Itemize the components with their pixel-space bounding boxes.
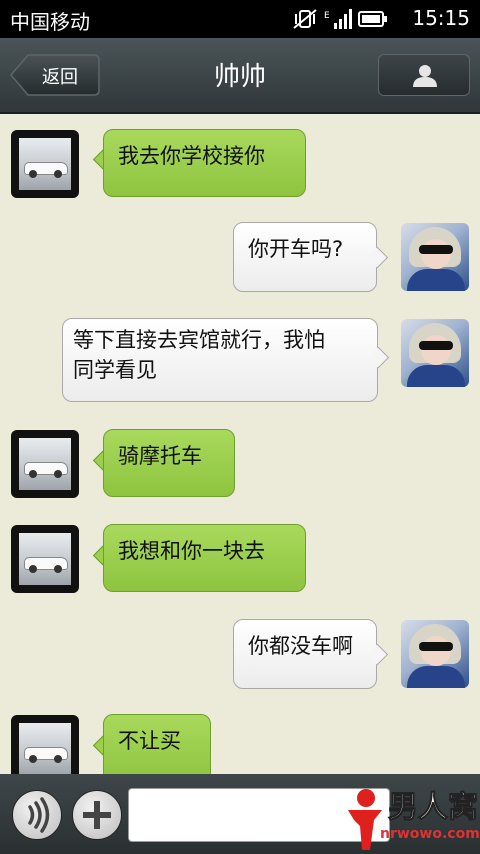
message-bubble-incoming[interactable]: 我想和你一块去 xyxy=(103,524,306,592)
status-icons: E xyxy=(292,8,388,30)
contact-avatar[interactable] xyxy=(11,715,79,774)
message-text: 我去你学校接你 xyxy=(118,144,265,168)
my-avatar[interactable] xyxy=(401,620,469,688)
watermark-brand: 男人窝 xyxy=(388,790,479,826)
message-bubble-incoming[interactable]: 骑摩托车 xyxy=(103,429,235,497)
contact-avatar[interactable] xyxy=(11,130,79,198)
watermark-url: nrwowo.com xyxy=(380,826,480,842)
person-icon xyxy=(413,65,437,87)
voice-icon xyxy=(28,797,50,833)
message-text-line: 同学看见 xyxy=(73,358,157,382)
profile-button[interactable] xyxy=(378,54,470,96)
contact-avatar[interactable] xyxy=(11,525,79,593)
clock: 15:15 xyxy=(412,6,470,30)
message-text: 你都没车啊 xyxy=(248,634,353,658)
message-bubble-incoming[interactable]: 我去你学校接你 xyxy=(103,129,306,197)
contact-avatar[interactable] xyxy=(11,430,79,498)
battery-icon xyxy=(358,11,387,27)
message-text: 不让买 xyxy=(118,729,181,753)
message-list[interactable]: 我去你学校接你 你开车吗? 等下直接去宾馆就行，我怕 同学看见 骑摩托车 我想和… xyxy=(0,112,480,774)
message-text: 骑摩托车 xyxy=(118,444,202,468)
message-text: 你开车吗? xyxy=(248,237,344,261)
message-text-line: 等下直接去宾馆就行，我怕 xyxy=(73,328,325,352)
signal-icon: E xyxy=(324,9,352,29)
add-attachment-button[interactable] xyxy=(72,790,122,840)
status-bar: 中国移动 E 15:15 xyxy=(0,0,480,38)
message-bubble-outgoing[interactable]: 你开车吗? xyxy=(233,222,377,292)
my-avatar[interactable] xyxy=(401,319,469,387)
message-bubble-outgoing[interactable]: 你都没车啊 xyxy=(233,619,377,689)
chat-header: 返回 帅帅 xyxy=(0,38,480,114)
voice-button[interactable] xyxy=(12,790,62,840)
carrier-name: 中国移动 xyxy=(10,10,90,34)
plus-icon xyxy=(83,801,111,829)
network-type: E xyxy=(324,11,330,21)
message-bubble-incoming[interactable]: 不让买 xyxy=(103,714,211,774)
vibrate-muted-icon xyxy=(293,9,317,29)
message-bubble-outgoing[interactable]: 等下直接去宾馆就行，我怕 同学看见 xyxy=(62,318,378,402)
message-text: 我想和你一块去 xyxy=(118,539,265,563)
my-avatar[interactable] xyxy=(401,223,469,291)
